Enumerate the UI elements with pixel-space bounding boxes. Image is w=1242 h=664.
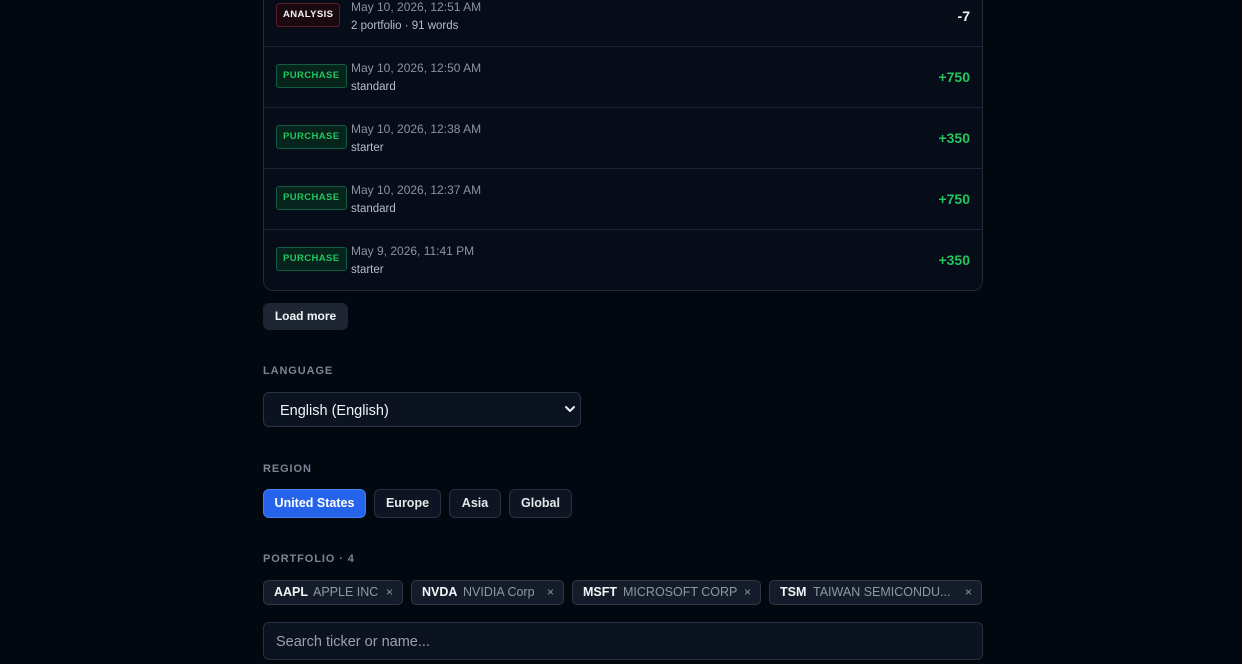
region-option-united-states[interactable]: United States xyxy=(263,489,366,518)
transaction-type-badge: PURCHASE xyxy=(276,247,347,271)
transaction-date: May 10, 2026, 12:37 AM xyxy=(351,183,482,197)
transaction-description: 2 portfolio · 91 words xyxy=(351,20,459,32)
ticker-search-input[interactable]: Search ticker or name... xyxy=(263,622,983,660)
portfolio-tag-tsm: TSM TAIWAN SEMICONDU... × xyxy=(769,580,982,605)
remove-icon[interactable]: × xyxy=(965,581,972,604)
transaction-row: PURCHASE May 10, 2026, 12:38 AM starter … xyxy=(264,108,982,169)
transaction-description: standard xyxy=(351,81,396,93)
transaction-row: PURCHASE May 10, 2026, 12:50 AM standard… xyxy=(264,47,982,108)
region-option-global[interactable]: Global xyxy=(509,489,572,518)
transaction-date: May 10, 2026, 12:51 AM xyxy=(351,0,482,14)
ticker-name: TAIWAN SEMICONDU... xyxy=(813,585,951,599)
ticker-name: APPLE INC xyxy=(313,585,379,599)
transaction-amount: +750 xyxy=(938,191,970,207)
region-option-asia[interactable]: Asia xyxy=(449,489,501,518)
chevron-down-icon xyxy=(565,406,575,412)
portfolio-tag-aapl: AAPL APPLE INC × xyxy=(263,580,403,605)
ticker-symbol: MSFT xyxy=(583,585,618,599)
remove-icon[interactable]: × xyxy=(386,581,393,604)
transaction-type-badge: PURCHASE xyxy=(276,125,347,149)
region-option-europe[interactable]: Europe xyxy=(374,489,441,518)
transaction-type-badge: PURCHASE xyxy=(276,64,347,88)
transaction-description: starter xyxy=(351,264,384,276)
remove-icon[interactable]: × xyxy=(547,581,554,604)
transaction-description: standard xyxy=(351,203,396,215)
language-select-value: English (English) xyxy=(280,403,389,419)
transaction-amount: +350 xyxy=(938,130,970,146)
ticker-symbol: NVDA xyxy=(422,585,458,599)
portfolio-label: PORTFOLIO · 4 xyxy=(263,553,355,565)
transaction-row: PURCHASE May 10, 2026, 12:37 AM standard… xyxy=(264,169,982,230)
language-select[interactable]: English (English) xyxy=(263,392,581,427)
load-more-button[interactable]: Load more xyxy=(263,303,348,330)
ticker-name: MICROSOFT CORP xyxy=(623,585,738,599)
transaction-amount: -7 xyxy=(957,8,970,24)
portfolio-tag-msft: MSFT MICROSOFT CORP × xyxy=(572,580,761,605)
transaction-amount: +750 xyxy=(938,69,970,85)
ticker-name: NVIDIA Corp xyxy=(463,585,535,599)
language-label: LANGUAGE xyxy=(263,365,334,377)
transaction-date: May 10, 2026, 12:38 AM xyxy=(351,122,482,136)
region-label: REGION xyxy=(263,463,312,475)
ticker-symbol: AAPL xyxy=(274,585,309,599)
transaction-type-badge: ANALYSIS xyxy=(276,3,341,27)
search-placeholder: Search ticker or name... xyxy=(276,634,430,650)
remove-icon[interactable]: × xyxy=(744,581,751,604)
transaction-date: May 9, 2026, 11:41 PM xyxy=(351,244,475,258)
transaction-description: starter xyxy=(351,142,384,154)
portfolio-tag-nvda: NVDA NVIDIA Corp × xyxy=(411,580,564,605)
transaction-row: ANALYSIS May 10, 2026, 12:51 AM 2 portfo… xyxy=(264,0,982,47)
transaction-row: PURCHASE May 9, 2026, 11:41 PM starter +… xyxy=(264,230,982,290)
transaction-amount: +350 xyxy=(938,252,970,268)
transaction-date: May 10, 2026, 12:50 AM xyxy=(351,61,482,75)
ticker-symbol: TSM xyxy=(780,585,807,599)
transaction-list: ANALYSIS May 10, 2026, 12:51 AM 2 portfo… xyxy=(263,0,983,291)
transaction-type-badge: PURCHASE xyxy=(276,186,347,210)
